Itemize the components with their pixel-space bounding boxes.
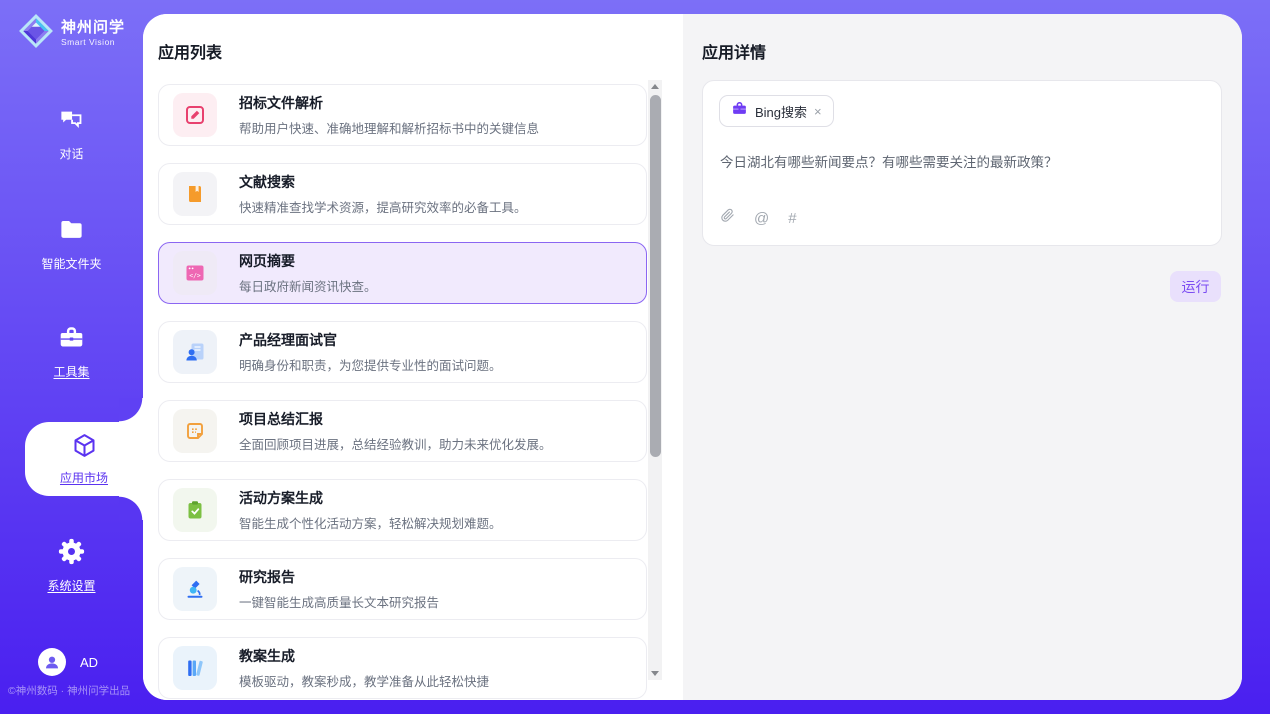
- sidebar-item-label: 应用市场: [60, 469, 108, 486]
- app-card-lesson-plan[interactable]: 教案生成 模板驱动，教案秒成，教学准备从此轻松快捷: [158, 637, 647, 699]
- app-desc: 模板驱动，教案秒成，教学准备从此轻松快捷: [239, 671, 489, 690]
- app-list-title: 应用列表: [158, 39, 222, 63]
- main-content: 应用列表 招标文件解析 帮助用户快速、准确地理解和解析招标书中的关键信息: [143, 14, 1242, 700]
- sidebar-item-chat[interactable]: 对话: [0, 106, 143, 162]
- brand-logo: 神州问学 Smart Vision: [18, 13, 125, 54]
- microscope-icon: [173, 567, 217, 611]
- app-desc: 快速精准查找学术资源，提高研究效率的必备工具。: [239, 197, 527, 216]
- app-card-event-plan[interactable]: 活动方案生成 智能生成个性化活动方案，轻松解决规划难题。: [158, 479, 647, 541]
- note-icon: [173, 409, 217, 453]
- app-desc: 每日政府新闻资讯快查。: [239, 276, 377, 295]
- briefcase-icon: [731, 100, 748, 122]
- brand-name: 神州问学: [61, 20, 125, 36]
- app-card-project-summary[interactable]: 项目总结汇报 全面回顾项目进展，总结经验教训，助力未来优化发展。: [158, 400, 647, 462]
- list-scrollbar-track[interactable]: [648, 80, 662, 680]
- app-name: 活动方案生成: [239, 488, 502, 508]
- app-name: 招标文件解析: [239, 93, 539, 113]
- cube-icon: [71, 432, 98, 464]
- tool-chip-bing-search[interactable]: Bing搜索 ×: [719, 95, 834, 127]
- app-name: 产品经理面试官: [239, 330, 502, 350]
- app-desc: 明确身份和职责，为您提供专业性的面试问题。: [239, 355, 502, 374]
- book-icon: [173, 172, 217, 216]
- scroll-down-icon[interactable]: [648, 667, 662, 680]
- attachment-toolbar: @ #: [720, 207, 797, 229]
- app-list-panel: 应用列表 招标文件解析 帮助用户快速、准确地理解和解析招标书中的关键信息: [143, 14, 683, 700]
- mention-icon[interactable]: @: [754, 210, 769, 227]
- sidebar-item-label: 智能文件夹: [41, 255, 101, 272]
- topic-icon[interactable]: #: [788, 210, 796, 227]
- gear-icon: [58, 538, 85, 570]
- tool-chip-label: Bing搜索: [755, 102, 807, 121]
- sidebar-item-smart-folder[interactable]: 智能文件夹: [0, 216, 143, 272]
- app-list: 招标文件解析 帮助用户快速、准确地理解和解析招标书中的关键信息 文献搜索 快速精…: [158, 84, 647, 700]
- sidebar-item-label: 工具集: [53, 363, 89, 380]
- sidebar-item-toolset[interactable]: 工具集: [0, 324, 143, 380]
- clipboard-check-icon: [173, 488, 217, 532]
- sidebar-item-settings[interactable]: 系统设置: [0, 538, 143, 594]
- pen-square-icon: [173, 93, 217, 137]
- app-window: 神州问学 Smart Vision 对话 智能文件夹: [0, 0, 1270, 714]
- sidebar-item-app-market[interactable]: 应用市场: [25, 422, 143, 496]
- toolbox-icon: [58, 324, 85, 356]
- app-card-pm-interviewer[interactable]: 产品经理面试官 明确身份和职责，为您提供专业性的面试问题。: [158, 321, 647, 383]
- app-desc: 智能生成个性化活动方案，轻松解决规划难题。: [239, 513, 502, 532]
- app-card-bid-parse[interactable]: 招标文件解析 帮助用户快速、准确地理解和解析招标书中的关键信息: [158, 84, 647, 146]
- user-label: AD: [80, 655, 98, 670]
- app-name: 网页摘要: [239, 251, 377, 271]
- app-card-research-report[interactable]: 研究报告 一键智能生成高质量长文本研究报告: [158, 558, 647, 620]
- sidebar: 神州问学 Smart Vision 对话 智能文件夹: [0, 0, 143, 714]
- interviewer-icon: [173, 330, 217, 374]
- paperclip-icon[interactable]: [720, 207, 735, 229]
- close-icon[interactable]: ×: [814, 105, 822, 118]
- app-desc: 全面回顾项目进展，总结经验教训，助力未来优化发展。: [239, 434, 552, 453]
- sidebar-item-label: 对话: [59, 145, 83, 162]
- sidebar-item-label: 系统设置: [47, 577, 95, 594]
- user-account[interactable]: AD: [38, 648, 98, 676]
- folder-icon: [58, 216, 85, 248]
- diamond-logo-icon: [18, 13, 54, 54]
- avatar: [38, 648, 66, 676]
- copyright-text: ©神州数码 · 神州问学出品: [8, 683, 130, 698]
- app-name: 项目总结汇报: [239, 409, 552, 429]
- app-desc: 一键智能生成高质量长文本研究报告: [239, 592, 439, 611]
- app-card-web-summary[interactable]: </> 网页摘要 每日政府新闻资讯快查。: [158, 242, 647, 304]
- app-detail-title: 应用详情: [702, 39, 766, 63]
- scroll-up-icon[interactable]: [648, 80, 662, 93]
- prompt-card: Bing搜索 × 今日湖北有哪些新闻要点？有哪些需要关注的最新政策？ @ #: [702, 80, 1222, 246]
- brand-subtitle: Smart Vision: [61, 38, 125, 47]
- books-icon: [173, 646, 217, 690]
- app-desc: 帮助用户快速、准确地理解和解析招标书中的关键信息: [239, 118, 539, 137]
- app-name: 教案生成: [239, 646, 489, 666]
- app-name: 文献搜索: [239, 172, 527, 192]
- app-name: 研究报告: [239, 567, 439, 587]
- svg-text:</>: </>: [189, 271, 201, 279]
- browser-code-icon: </>: [173, 251, 217, 295]
- list-scrollbar-thumb[interactable]: [650, 95, 661, 457]
- run-button[interactable]: 运行: [1170, 271, 1221, 302]
- chat-icon: [58, 106, 85, 138]
- app-card-literature-search[interactable]: 文献搜索 快速精准查找学术资源，提高研究效率的必备工具。: [158, 163, 647, 225]
- app-detail-panel: 应用详情 Bing搜索 × 今日湖北有哪些新闻要点？有哪些需要关注的最新政策？: [683, 14, 1242, 700]
- prompt-input[interactable]: 今日湖北有哪些新闻要点？有哪些需要关注的最新政策？: [720, 151, 1200, 171]
